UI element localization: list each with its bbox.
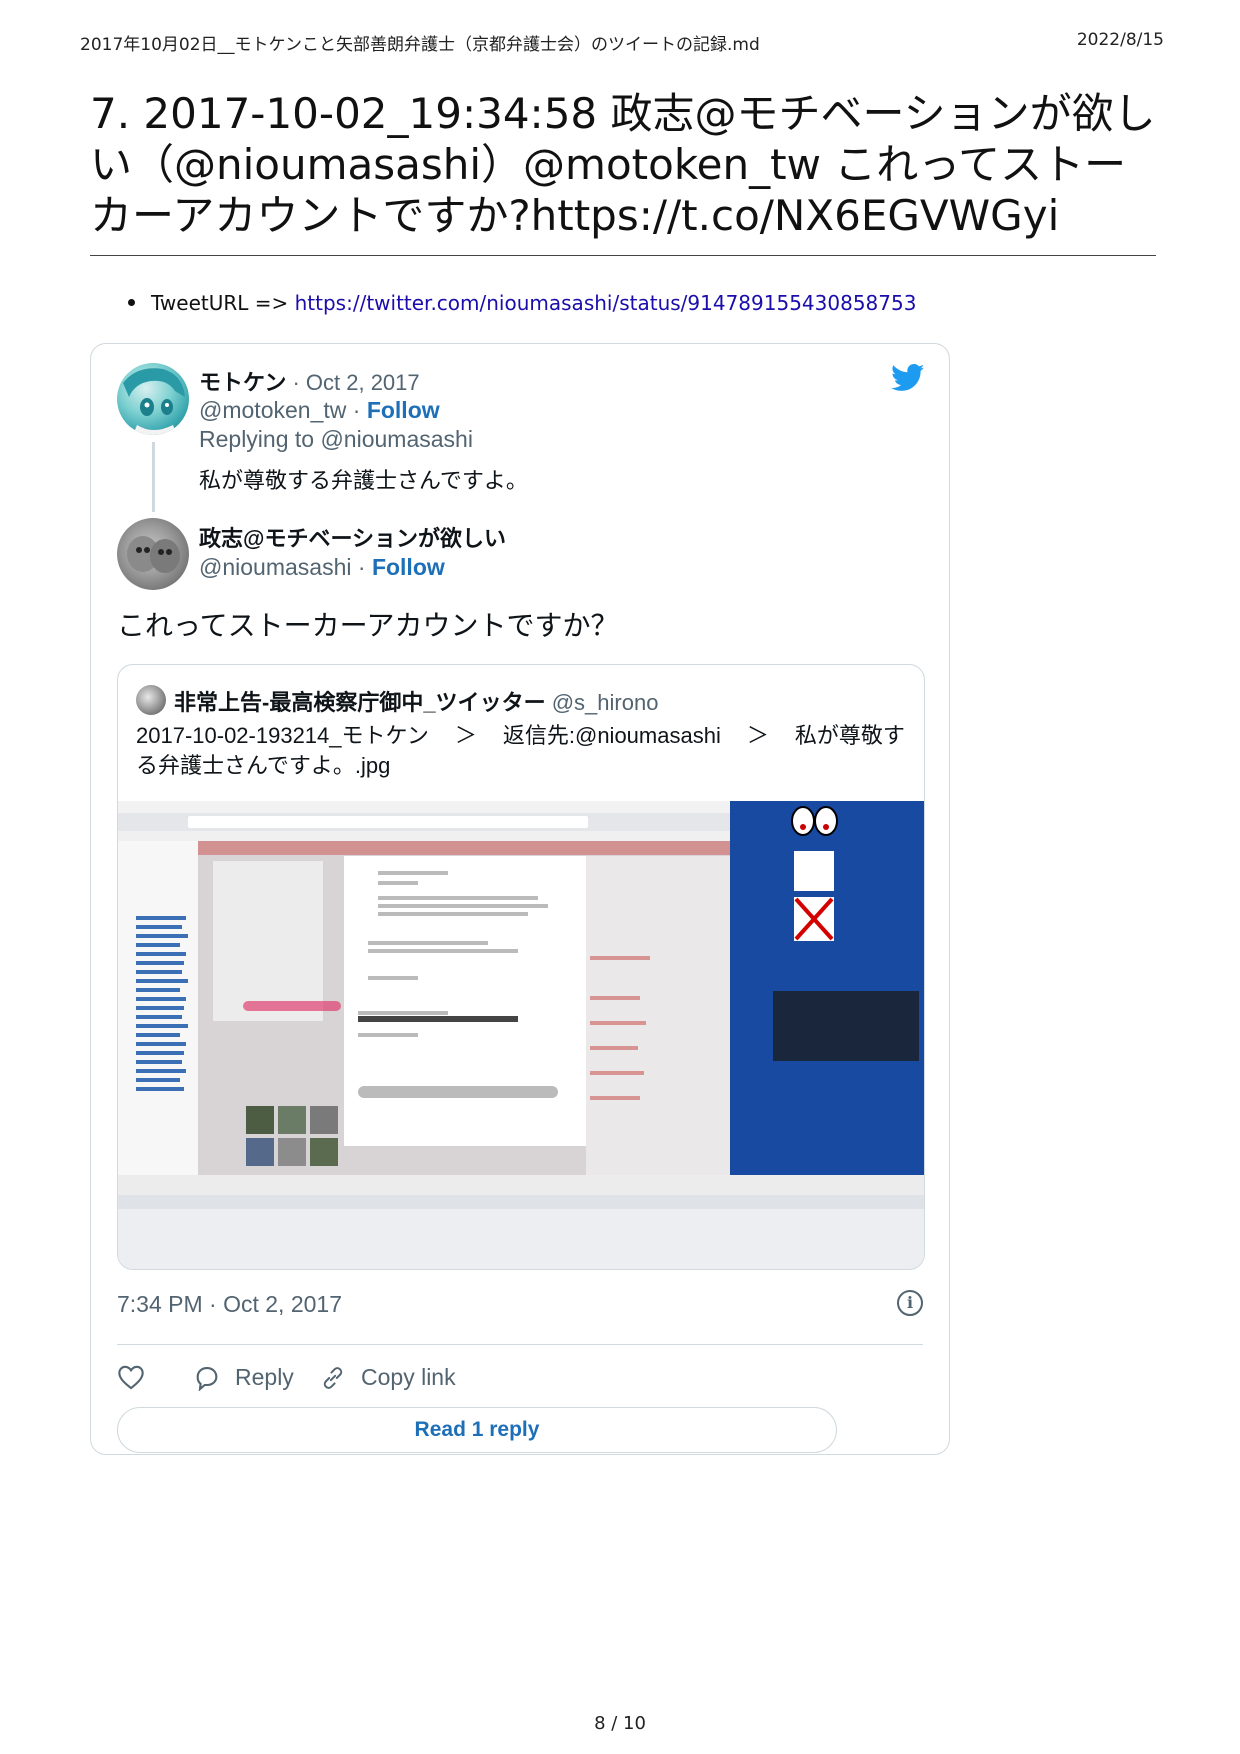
copy-link-button[interactable]: Copy link: [319, 1364, 456, 1391]
tweet-actions: Reply Copy link: [117, 1364, 923, 1404]
link-icon: [323, 1366, 343, 1389]
replying-to-label: Replying to @nioumasashi: [199, 426, 473, 452]
quoted-text: 2017-10-02-193214_モトケン ＞ 返信先:@nioumasashi ＞…: [136, 721, 916, 781]
follow-nioumasashi-button[interactable]: Follow: [372, 554, 445, 580]
heading-rule: [90, 255, 1156, 256]
tweet-url-item: TweetURL => https://twitter.com/nioumasa…: [128, 291, 916, 315]
main-author-name[interactable]: 政志@モチベーションが欲しい: [199, 521, 506, 553]
quoted-gt-1: ＞: [454, 723, 477, 748]
thread-connector: [152, 442, 155, 512]
reply-author-name: モトケン: [199, 370, 287, 395]
section-heading: 7. 2017-10-02_19:34:58 政志@モチベーションが欲しい（@n…: [90, 89, 1156, 240]
quoted-text-part2: 返信先:@nioumasashi: [502, 723, 721, 748]
tweet-timestamp[interactable]: 7:34 PM · Oct 2, 2017: [117, 1291, 342, 1318]
reply-date: · Oct 2, 2017: [286, 370, 420, 395]
heart-icon: [118, 1365, 144, 1390]
reply-handle-row: @motoken_tw · Follow: [199, 397, 440, 423]
reply-text: 私が尊敬する弁護士さんですよ。: [199, 468, 528, 493]
reply-icon: [196, 1366, 218, 1391]
reply-label: Reply: [235, 1364, 294, 1390]
follow-motoken-button[interactable]: Follow: [367, 397, 440, 423]
quoted-gt-2: ＞: [746, 723, 769, 748]
quoted-handle: @s_hirono: [551, 690, 659, 715]
quoted-author: 非常上告-最高検察庁御中_ツイッター @s_hirono: [174, 685, 658, 717]
screenshot-illustration: [118, 801, 924, 1269]
document-header-date: 2022/8/15: [1076, 30, 1164, 50]
quoted-avatar: [136, 685, 166, 715]
copy-link-label: Copy link: [361, 1364, 456, 1390]
twitter-bird-icon[interactable]: [891, 364, 925, 397]
quoted-text-part1: 2017-10-02-193214_モトケン: [136, 723, 429, 748]
reply-handle: @motoken_tw: [199, 397, 347, 423]
main-handle: @nioumasashi: [199, 554, 352, 580]
tweet-url-label: TweetURL =>: [151, 291, 295, 315]
embedded-tweet-card: モトケン · Oct 2, 2017 @motoken_tw · Follow …: [90, 343, 950, 1455]
reply-button[interactable]: Reply: [193, 1364, 294, 1391]
action-separator: [117, 1344, 923, 1345]
main-tweet-text: これってストーカーアカウントですか？: [117, 610, 619, 641]
read-reply-button[interactable]: Read 1 reply: [117, 1407, 837, 1453]
tweet-url-link[interactable]: https://twitter.com/nioumasashi/status/9…: [295, 291, 917, 315]
info-icon[interactable]: i: [897, 1290, 923, 1316]
main-handle-row: @nioumasashi · Follow: [199, 554, 445, 580]
quoted-tweet[interactable]: 非常上告-最高検察庁御中_ツイッター @s_hirono 2017-10-02-…: [117, 664, 925, 1270]
reply-author[interactable]: モトケン · Oct 2, 2017: [199, 365, 420, 397]
quoted-author-name: 非常上告-最高検察庁御中_ツイッター: [174, 690, 546, 715]
document-header-title: 2017年10月02日__モトケンこと矢部善朗弁護士（京都弁護士会）のツイートの…: [80, 35, 760, 55]
page-number: 8 / 10: [594, 1713, 646, 1734]
avatar-motoken[interactable]: [117, 363, 189, 435]
like-button[interactable]: [117, 1364, 159, 1390]
avatar-nioumasashi[interactable]: [117, 518, 189, 590]
bullet-dot: [128, 299, 135, 306]
quoted-screenshot-image[interactable]: [118, 801, 924, 1269]
